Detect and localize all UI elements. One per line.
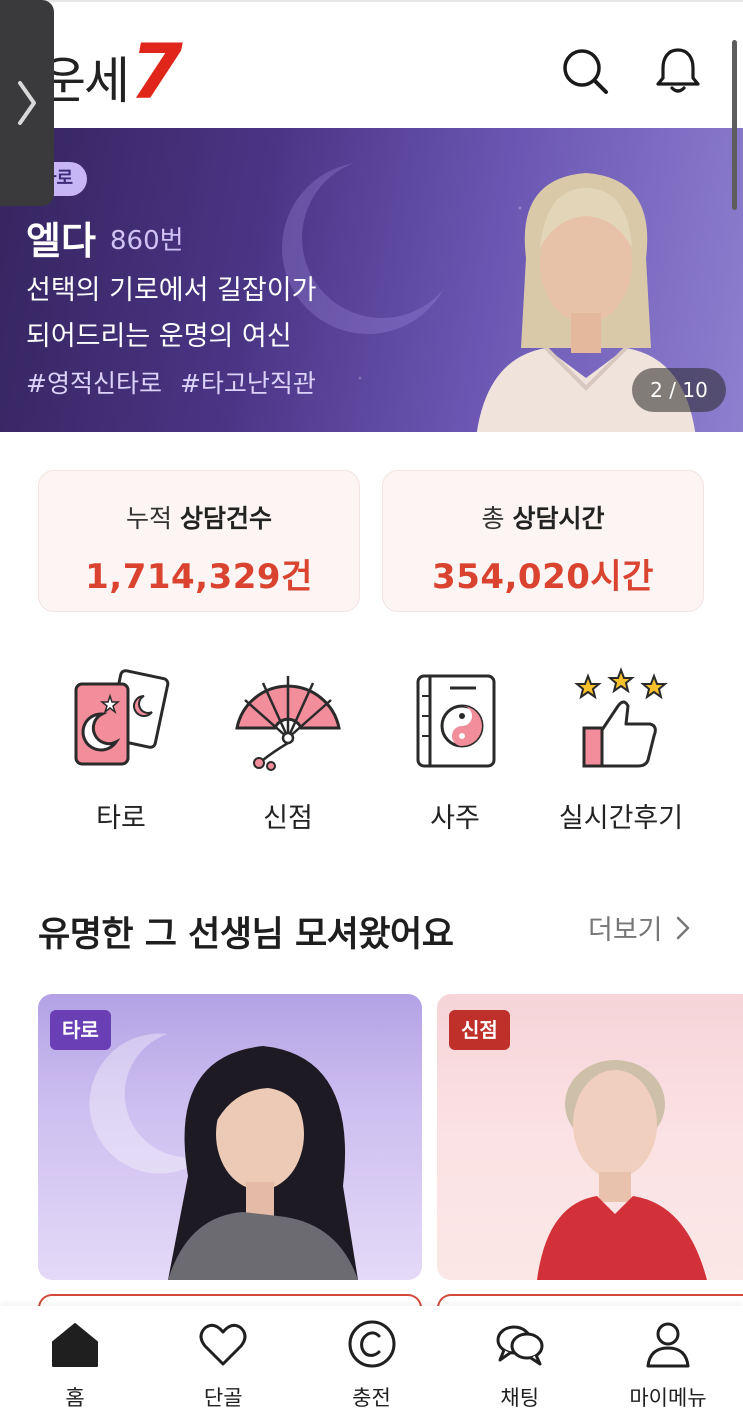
nav-label: 홈	[65, 1386, 85, 1410]
see-more-link[interactable]: 더보기	[588, 908, 691, 947]
side-panel-toggle[interactable]	[0, 0, 54, 206]
stat-label-prefix: 총	[481, 504, 505, 533]
category-label: 사주	[430, 803, 480, 834]
tarot-cards-icon	[74, 669, 170, 766]
banner-description-line2: 되어드리는 운명의 여신	[26, 321, 292, 352]
stat-card-hours: 총 상담시간 354,020시간	[382, 470, 704, 612]
nav-my-menu[interactable]: 마이메뉴	[611, 1306, 725, 1427]
banner-tag: #타고난직관	[179, 369, 316, 398]
logo-number: 7	[130, 26, 183, 116]
heart-icon	[199, 1323, 247, 1366]
stat-value: 354,020시간	[432, 557, 654, 597]
counselor-photo	[537, 1060, 707, 1280]
search-icon[interactable]	[558, 44, 610, 96]
category-live-reviews[interactable]: 실시간후기	[546, 666, 696, 835]
banner-description-line1: 선택의 기로에서 길잡이가	[26, 275, 317, 306]
banner-counselor-number: 860번	[110, 226, 184, 256]
hero-banner[interactable]: 타로 엘다 860번 선택의 기로에서 길잡이가 되어드리는 운명의 여신 #영…	[0, 128, 743, 432]
nav-charge[interactable]: 충전	[315, 1306, 429, 1427]
section-title: 유명한 그 선생님 모셔왔어요	[38, 915, 454, 955]
person-icon	[646, 1322, 690, 1368]
category-label: 실시간후기	[558, 803, 684, 834]
counselor-photo	[168, 1046, 358, 1280]
nav-home[interactable]: 홈	[18, 1306, 132, 1427]
app-header: 운세 7	[0, 0, 743, 128]
category-tarot[interactable]: 타로	[46, 666, 196, 835]
banner-description: 선택의 기로에서 길잡이가 되어드리는 운명의 여신	[26, 268, 386, 360]
category-saju[interactable]: 사주	[380, 666, 530, 835]
chevron-right-icon	[18, 81, 36, 125]
stat-value: 1,714,329건	[85, 557, 313, 597]
bottom-navigation: 홈 단골 충전 채팅 마이메뉴	[0, 1306, 743, 1427]
copyright-coin-icon	[348, 1320, 395, 1368]
stat-label: 누적 상담건수	[39, 499, 359, 535]
app-logo[interactable]: 운세 7	[40, 26, 183, 116]
banner-tags: #영적신타로 #타고난직관	[26, 364, 316, 400]
stat-label-prefix: 누적	[126, 504, 173, 533]
stat-card-consultations: 누적 상담건수 1,714,329건	[38, 470, 360, 612]
thumbs-up-stars-icon	[574, 667, 668, 768]
chat-bubbles-icon	[496, 1325, 544, 1366]
nav-favorites[interactable]: 단골	[166, 1306, 280, 1427]
nav-label: 충전	[352, 1386, 391, 1410]
counselor-card[interactable]: 신점	[437, 994, 743, 1280]
nav-label: 단골	[203, 1386, 243, 1410]
counselor-card[interactable]: 타로	[38, 994, 422, 1280]
stat-label-bold: 상담건수	[179, 504, 272, 533]
nav-label: 마이메뉴	[629, 1386, 707, 1410]
category-label: 타로	[96, 803, 146, 834]
banner-page-counter: 2 / 10	[632, 368, 726, 412]
stat-label-bold: 상담시간	[512, 504, 605, 533]
category-label: 신점	[263, 803, 313, 834]
card-category-badge: 신점	[449, 1010, 510, 1050]
scroll-indicator	[732, 40, 737, 210]
fan-icon	[235, 676, 341, 771]
see-more-label: 더보기	[588, 915, 663, 946]
bell-icon[interactable]	[652, 44, 704, 96]
nav-label: 채팅	[500, 1386, 540, 1410]
nav-chat[interactable]: 채팅	[463, 1306, 577, 1427]
banner-counselor-name: 엘다	[26, 219, 96, 263]
card-category-badge: 타로	[50, 1010, 111, 1050]
chevron-right-icon	[676, 916, 689, 939]
yin-yang-book-icon	[416, 674, 496, 768]
home-icon	[52, 1323, 98, 1367]
stat-label: 총 상담시간	[383, 499, 703, 535]
banner-tag: #영적신타로	[26, 369, 162, 398]
category-shinjeom[interactable]: 신점	[213, 666, 363, 835]
